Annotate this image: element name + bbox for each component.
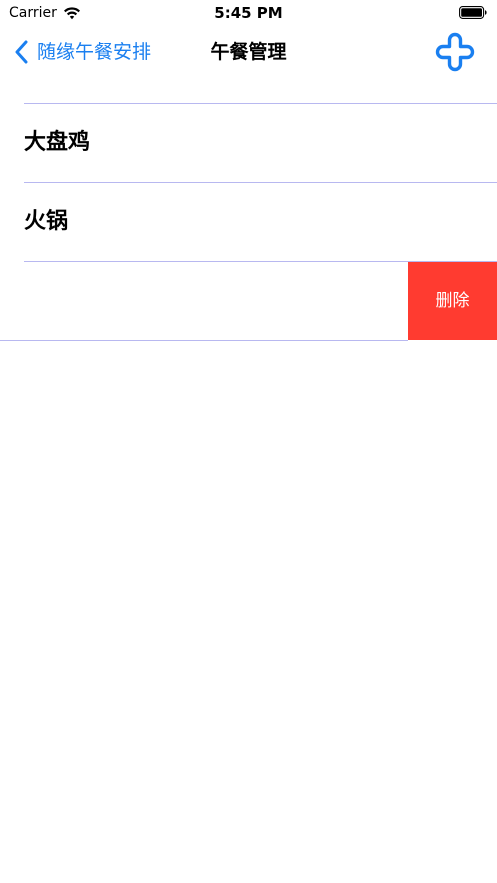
delete-button[interactable]: 删除 — [408, 262, 497, 340]
battery-full-icon — [459, 6, 487, 19]
navigation-bar: 随缘午餐安排 午餐管理 — [0, 26, 497, 78]
page-title: 午餐管理 — [210, 41, 287, 63]
list-separator — [0, 340, 408, 341]
list-item[interactable]: 大盘鸡 — [0, 104, 497, 182]
add-button[interactable] — [435, 32, 475, 72]
status-bar: Carrier 5:45 PM — [0, 0, 497, 26]
plus-rounded-icon — [435, 32, 475, 72]
list-item-swiped[interactable]: 删除 — [0, 262, 497, 340]
list-item-label: 火锅 — [24, 209, 69, 234]
list-item[interactable]: 火锅 — [0, 183, 497, 261]
status-time: 5:45 PM — [214, 4, 283, 22]
list-item-label: 大盘鸡 — [24, 130, 91, 155]
